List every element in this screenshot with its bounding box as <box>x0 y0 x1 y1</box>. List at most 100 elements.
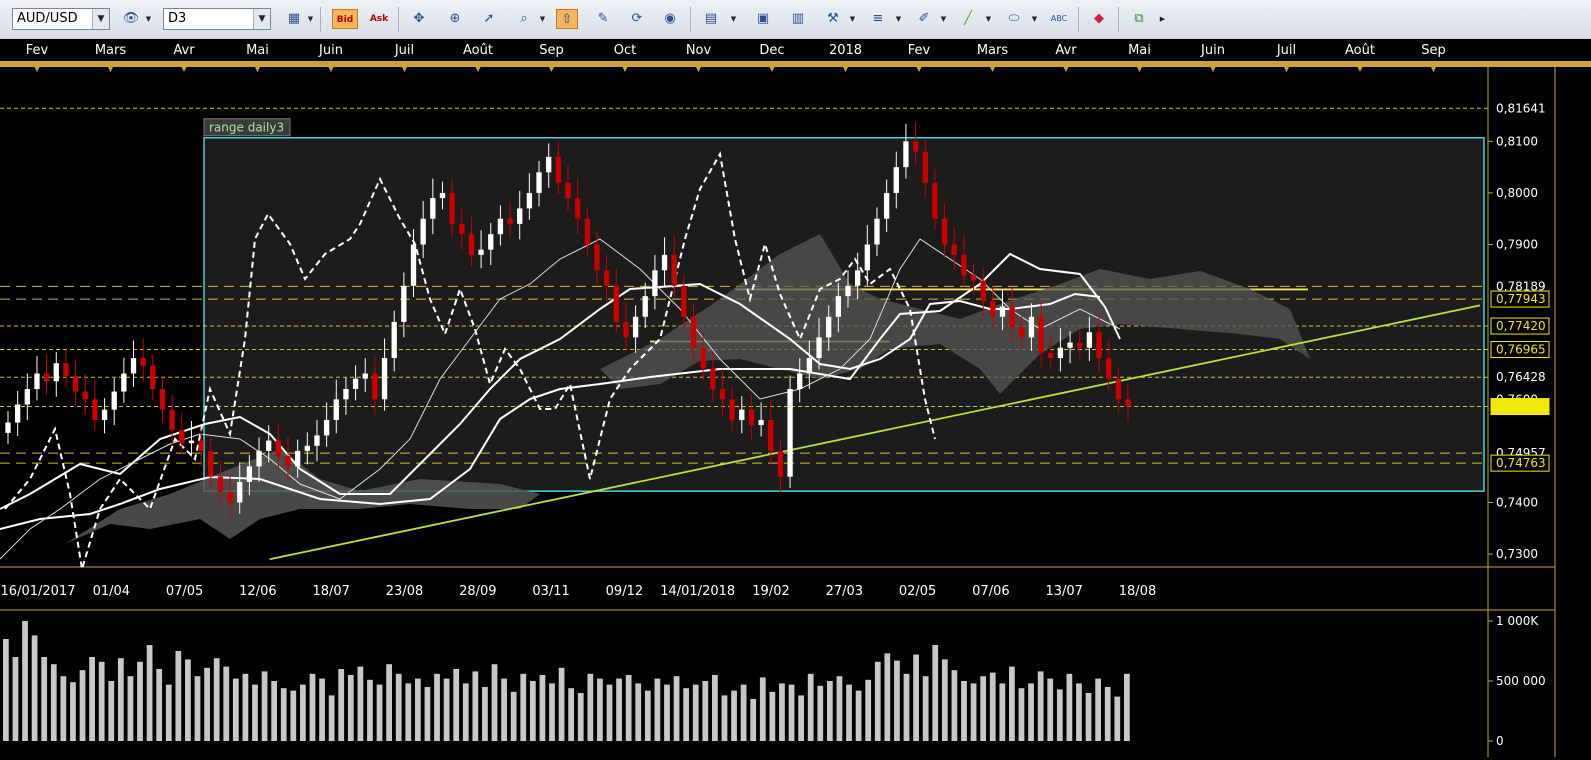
crosshair-icon[interactable]: ✥ <box>408 9 430 29</box>
ask-button[interactable]: Ask <box>366 9 392 29</box>
volume-bar <box>635 683 642 741</box>
volume-bar <box>261 671 268 741</box>
volume-bar <box>395 673 402 741</box>
ellipse-icon[interactable]: ⬭ <box>1003 9 1025 29</box>
volume-bar <box>817 685 824 741</box>
more-icon[interactable]: ▶ <box>1158 9 1167 29</box>
volume-bar <box>788 684 795 741</box>
toolbar-separator <box>1078 7 1079 32</box>
candle-body <box>246 466 253 482</box>
price-tick-label: 0,8000 <box>1496 186 1538 200</box>
eraser-icon[interactable]: ◆ <box>1088 9 1110 29</box>
volume-bar <box>1124 673 1130 741</box>
candle-body <box>835 296 841 317</box>
volume-bar <box>127 676 134 741</box>
candle-body <box>816 337 822 359</box>
chevron-down-icon[interactable]: ▼ <box>253 9 270 29</box>
volume-bar <box>22 621 28 741</box>
candle-body <box>179 430 185 444</box>
symbol-select[interactable]: AUD/USD ▼ <box>12 8 110 30</box>
chevron-down-icon[interactable]: ▼ <box>894 9 903 29</box>
candle-body <box>613 285 619 322</box>
calc-icon[interactable]: ▥ <box>787 9 809 29</box>
price-chart[interactable]: Fev Mars Avr Mai Juin Juil Août Sep Oct Nov Dec 201… <box>0 39 1591 757</box>
text-abc-icon[interactable]: ABC <box>1048 9 1070 29</box>
date-label: 03/11 <box>532 584 569 599</box>
volume-bar <box>913 654 919 741</box>
chevron-down-icon[interactable]: ▼ <box>848 9 857 29</box>
volume-bar <box>1114 696 1121 741</box>
chevron-down-icon[interactable]: ▼ <box>92 9 109 29</box>
draw-icon[interactable]: ✐ <box>913 9 935 29</box>
tools-icon[interactable]: ⚒ <box>822 9 844 29</box>
volume-bar <box>625 675 632 741</box>
zoom-in-icon[interactable]: ⊕ <box>444 9 466 29</box>
candle-body <box>1096 332 1102 359</box>
candle-body <box>1009 306 1015 328</box>
chevron-down-icon[interactable]: ▼ <box>306 9 315 29</box>
chevron-down-icon[interactable]: ▼ <box>939 9 948 29</box>
candle-body <box>159 388 166 410</box>
volume-bar <box>434 673 440 741</box>
volume-bar <box>338 669 345 741</box>
volume-bar <box>922 676 929 741</box>
chevron-down-icon[interactable]: ▼ <box>729 9 738 29</box>
pen-icon[interactable]: ╱ <box>957 9 979 29</box>
note-icon[interactable]: ✎ <box>592 9 614 29</box>
globe-icon[interactable]: ◉ <box>659 9 681 29</box>
candle-body <box>101 409 108 420</box>
candle-body <box>632 316 639 338</box>
candle-body <box>893 167 899 193</box>
volume-tick-label: 1 000K <box>1496 614 1539 628</box>
candle-body <box>951 244 957 255</box>
bid-button[interactable]: Bid <box>332 9 358 29</box>
refresh-icon[interactable]: ⟳ <box>626 9 648 29</box>
candle-body <box>208 450 214 477</box>
candle-body <box>806 358 813 374</box>
lines-icon[interactable]: ≡ <box>867 9 889 29</box>
candle-body <box>333 399 339 420</box>
chevron-down-icon[interactable]: ▼ <box>144 9 153 29</box>
candle-body <box>237 481 243 503</box>
volume-bar <box>386 664 392 741</box>
volume-bar <box>721 695 728 741</box>
month-label: Août <box>463 43 493 58</box>
network-icon[interactable]: ⧉ <box>1128 9 1150 29</box>
candle-body <box>826 316 832 338</box>
chart-area[interactable]: Fev Mars Avr Mai Juin Juil Août Sep Oct Nov Dec 201… <box>0 39 1591 760</box>
cursor-icon[interactable]: ➚ <box>478 9 500 29</box>
ruler-icon[interactable]: ▤ <box>700 9 722 29</box>
volume-bar <box>405 683 412 741</box>
volume-bar <box>223 666 230 741</box>
magnifier-icon[interactable]: ⌕ <box>513 9 535 29</box>
timeframe-select[interactable]: D3 ▼ <box>163 8 271 30</box>
date-label: 16/01/2017 <box>1 584 76 599</box>
candle-body <box>391 321 397 359</box>
price-level-tag: 0,7586 <box>1496 400 1538 414</box>
volume-bar <box>146 645 153 741</box>
candle-body <box>63 363 69 377</box>
price-level-tag: 0,81641 <box>1496 101 1546 115</box>
candle-body <box>748 409 755 426</box>
volume-bar <box>826 681 833 741</box>
volume-bar <box>558 667 565 741</box>
volume-bar <box>491 664 498 741</box>
month-label: Sep <box>1421 43 1446 58</box>
candle-body <box>661 254 668 271</box>
trendline-active-icon[interactable]: ⇧ <box>556 9 578 29</box>
candle-body <box>1086 332 1093 348</box>
month-label: Dec <box>759 43 784 58</box>
chart-type-icon[interactable]: ▦ <box>283 9 305 29</box>
candle-body <box>565 182 571 199</box>
image-icon[interactable]: ▣ <box>752 9 774 29</box>
volume-bar <box>874 661 881 741</box>
chevron-down-icon[interactable]: ▼ <box>538 9 547 29</box>
volume-bar <box>961 681 967 741</box>
chevron-down-icon[interactable]: ▼ <box>984 9 993 29</box>
eye-icon[interactable]: 👁 <box>120 9 142 29</box>
volume-bar <box>903 673 910 741</box>
price-level-tag: 0,74763 <box>1496 456 1546 470</box>
volume-bar <box>1076 683 1082 741</box>
volume-bar <box>951 670 958 741</box>
chevron-down-icon[interactable]: ▼ <box>1030 9 1039 29</box>
